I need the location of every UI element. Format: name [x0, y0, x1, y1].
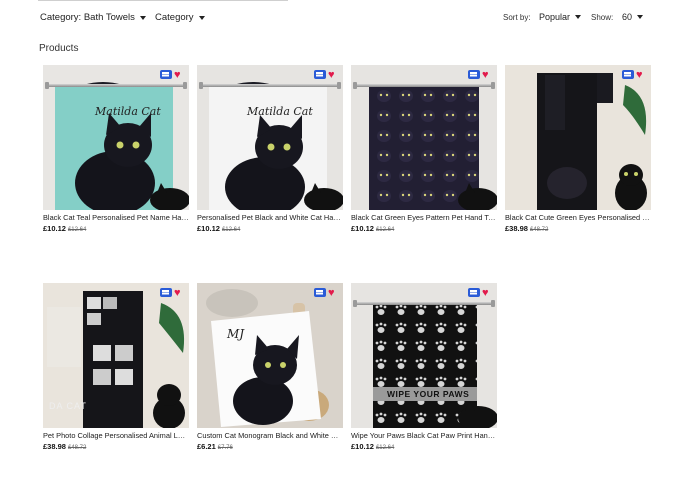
product-title[interactable]: Black Cat Teal Personalised Pet Name Han…	[43, 213, 189, 222]
sale-price: £10.12	[351, 442, 374, 451]
zazzle-express-icon	[314, 70, 326, 79]
product-title[interactable]: Personalised Pet Black and White Cat Han…	[197, 213, 343, 222]
product-badges: ♥	[314, 70, 338, 81]
chevron-down-icon	[575, 15, 582, 19]
sale-price: £10.12	[197, 224, 220, 233]
sale-price: £10.12	[43, 224, 66, 233]
category-filter-label: Category: Bath Towels	[40, 12, 135, 23]
towel-text: MJ	[227, 327, 245, 341]
product-title[interactable]: Black Cat Cute Green Eyes Personalised B…	[505, 213, 651, 222]
product-image[interactable]: MJ ♥	[197, 283, 343, 428]
product-title[interactable]: Custom Cat Monogram Black and White Hand…	[197, 431, 343, 440]
heart-icon[interactable]: ♥	[174, 288, 184, 299]
product-badges: ♥	[160, 70, 184, 81]
product-badges: ♥	[468, 288, 492, 299]
product-image[interactable]: WIPE YOUR PAWS ♥	[351, 283, 497, 428]
original-price: £12.64	[67, 227, 87, 233]
sale-price: £38.98	[505, 224, 528, 233]
heart-icon[interactable]: ♥	[636, 70, 646, 81]
product-card[interactable]: WIPE YOUR PAWS ♥ Wipe Your Paws Black Ca…	[351, 283, 497, 453]
product-badges: ♥	[314, 288, 338, 299]
product-card[interactable]: DA CAT ♥ Pet Photo Collage Personalised …	[43, 283, 189, 453]
zazzle-express-icon	[622, 70, 634, 79]
filter-bar: Category: Bath Towels Category Sort by: …	[0, 12, 690, 28]
product-badges: ♥	[160, 288, 184, 299]
sale-price: £6.21	[197, 442, 216, 451]
product-title[interactable]: Wipe Your Paws Black Cat Paw Print Hand …	[351, 431, 497, 440]
original-price: £7.76	[217, 445, 233, 451]
category-filter-dropdown[interactable]: Category: Bath Towels	[40, 12, 146, 23]
sort-by-dropdown[interactable]: Popular	[539, 12, 582, 22]
product-card[interactable]: ♥ Black Cat Green Eyes Pattern Pet Hand …	[351, 65, 497, 235]
towel-text: Matilda Cat	[95, 105, 161, 118]
original-price: £12.64	[375, 227, 395, 233]
product-image[interactable]: Matilda Cat ♥	[43, 65, 189, 210]
product-price: £6.21 £7.76	[197, 442, 343, 453]
product-badges: ♥	[468, 70, 492, 81]
product-price: £38.98 £48.72	[505, 224, 651, 235]
product-image[interactable]: DA CAT ♥	[43, 283, 189, 428]
product-price: £10.12 £12.64	[351, 442, 497, 453]
zazzle-express-icon	[160, 288, 172, 297]
original-price: £12.64	[375, 445, 395, 451]
chevron-down-icon	[139, 15, 146, 20]
show-label: Show:	[591, 13, 614, 22]
product-title[interactable]: Black Cat Green Eyes Pattern Pet Hand To…	[351, 213, 497, 222]
category-dropdown[interactable]: Category	[155, 12, 205, 23]
section-title: Products	[39, 43, 79, 54]
product-card[interactable]: Matilda Cat ♥ Black Cat Teal Personalise…	[43, 65, 189, 235]
heart-icon[interactable]: ♥	[482, 70, 492, 81]
towel-rod	[199, 82, 341, 89]
heart-icon[interactable]: ♥	[482, 288, 492, 299]
towel-rod	[353, 82, 495, 89]
product-title[interactable]: Pet Photo Collage Personalised Animal Lo…	[43, 431, 189, 440]
product-price: £38.98 £48.72	[43, 442, 189, 453]
product-card[interactable]: MJ ♥ Custom Cat Monogram Black and White…	[197, 283, 343, 453]
product-price: £10.12 £12.64	[351, 224, 497, 235]
original-price: £48.72	[67, 445, 87, 451]
sort-by-value: Popular	[539, 12, 571, 22]
chevron-down-icon	[198, 15, 205, 20]
zazzle-express-icon	[468, 70, 480, 79]
towel-text: Matilda Cat	[247, 105, 313, 118]
towel-text: DA CAT	[49, 401, 87, 411]
product-image[interactable]: ♥	[505, 65, 651, 210]
sale-price: £10.12	[351, 224, 374, 233]
towel-text: WIPE YOUR PAWS	[387, 389, 470, 399]
product-badges: ♥	[622, 70, 646, 81]
top-divider	[38, 0, 288, 1]
chevron-down-icon	[637, 15, 644, 19]
zazzle-express-icon	[468, 288, 480, 297]
original-price: £48.72	[529, 227, 549, 233]
heart-icon[interactable]: ♥	[328, 288, 338, 299]
product-image[interactable]: ♥	[351, 65, 497, 210]
zazzle-express-icon	[314, 288, 326, 297]
product-image[interactable]: Matilda Cat ♥	[197, 65, 343, 210]
product-card[interactable]: ♥ Black Cat Cute Green Eyes Personalised…	[505, 65, 651, 235]
towel-rod	[45, 82, 187, 89]
product-price: £10.12 £12.64	[197, 224, 343, 235]
towel-rod	[353, 300, 495, 307]
category-dropdown-label: Category	[155, 12, 194, 23]
product-card[interactable]: Matilda Cat ♥ Personalised Pet Black and…	[197, 65, 343, 235]
heart-icon[interactable]: ♥	[328, 70, 338, 81]
show-count-value: 60	[622, 12, 633, 22]
product-price: £10.12 £12.64	[43, 224, 189, 235]
zazzle-express-icon	[160, 70, 172, 79]
original-price: £12.64	[221, 227, 241, 233]
sort-by-label: Sort by:	[503, 13, 531, 22]
sale-price: £38.98	[43, 442, 66, 451]
show-count-dropdown[interactable]: 60	[622, 12, 644, 22]
heart-icon[interactable]: ♥	[174, 70, 184, 81]
